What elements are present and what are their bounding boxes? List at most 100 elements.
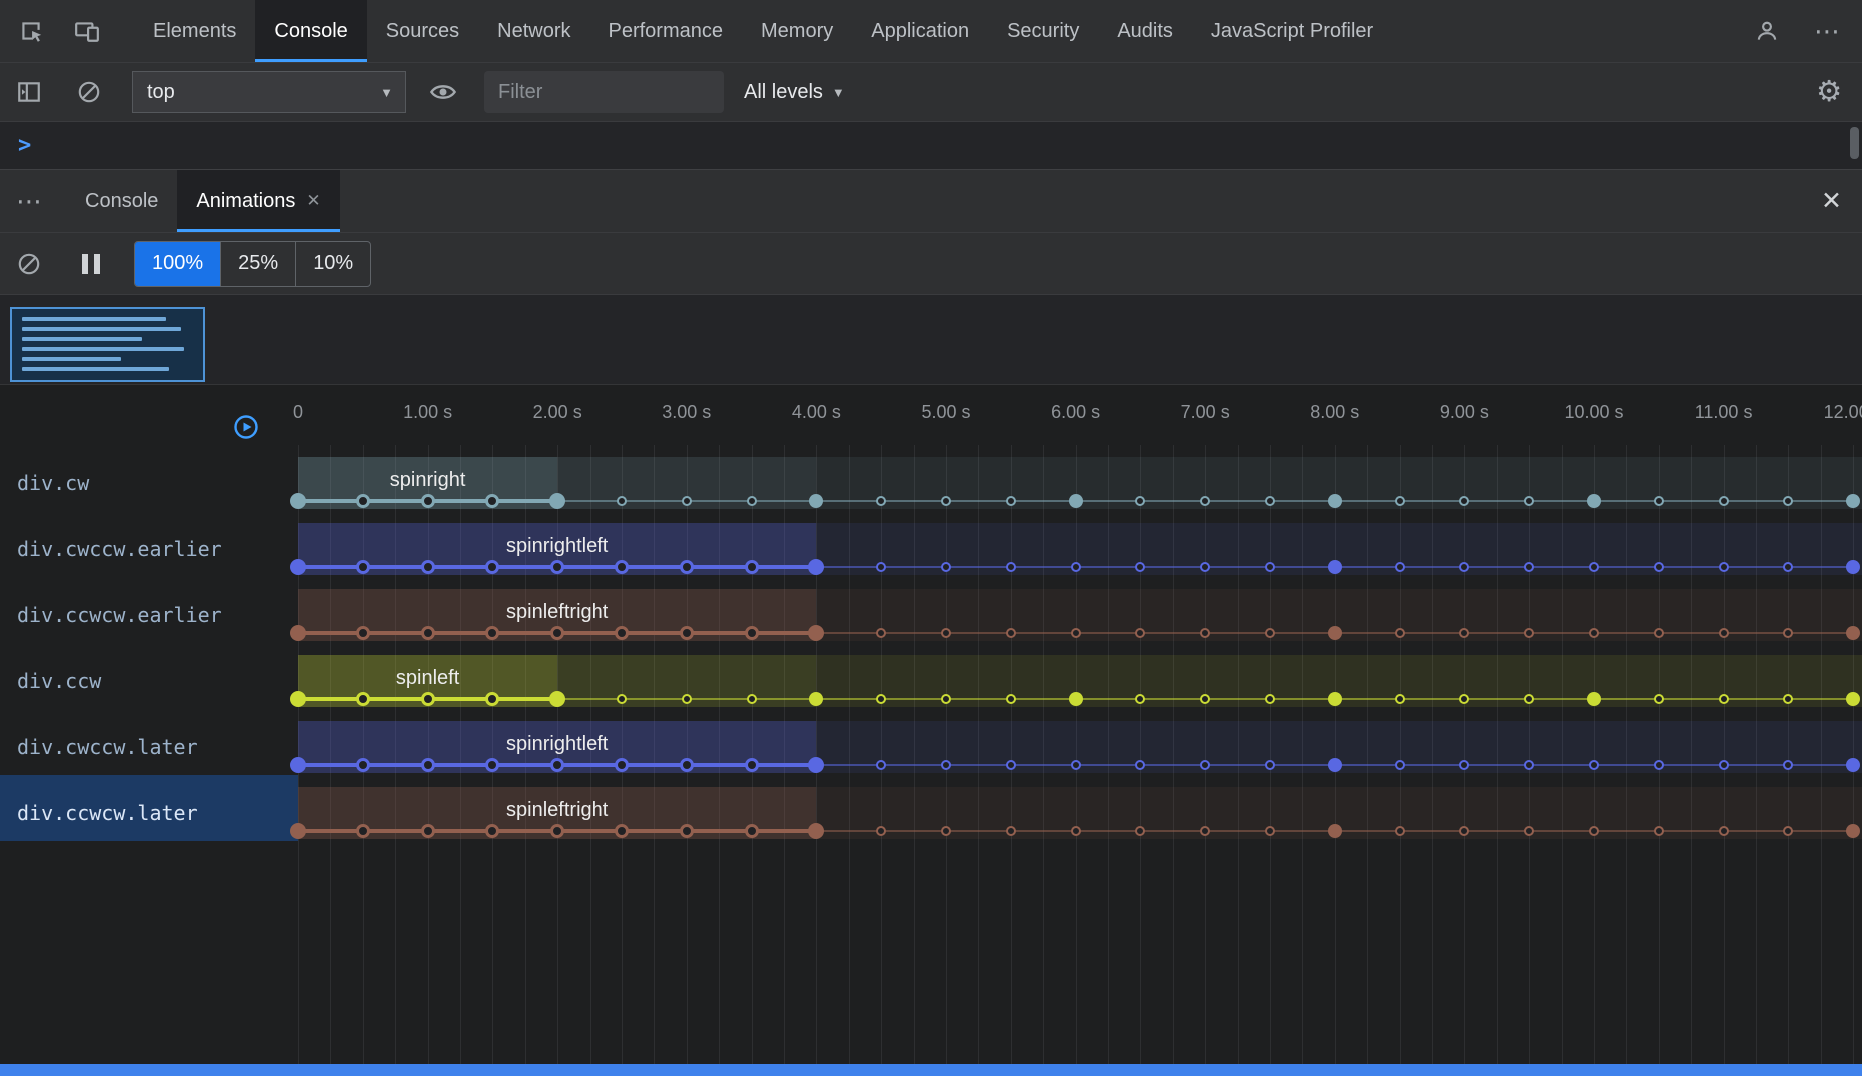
- keyframe-dot[interactable]: [421, 560, 435, 574]
- keyframe-dot[interactable]: [1524, 826, 1534, 836]
- tab-sources[interactable]: Sources: [367, 0, 478, 62]
- keyframe-dot[interactable]: [1524, 496, 1534, 506]
- keyframe-dot[interactable]: [1006, 562, 1016, 572]
- keyframe-dot[interactable]: [615, 824, 629, 838]
- keyframe-dot[interactable]: [290, 757, 306, 773]
- keyframe-dot[interactable]: [1265, 628, 1275, 638]
- tab-network[interactable]: Network: [478, 0, 589, 62]
- keyframe-dot[interactable]: [1265, 562, 1275, 572]
- tab-application[interactable]: Application: [852, 0, 988, 62]
- keyframe-dot[interactable]: [1200, 826, 1210, 836]
- keyframe-dot[interactable]: [356, 692, 370, 706]
- keyframe-dot[interactable]: [1459, 760, 1469, 770]
- keyframe-dot[interactable]: [1587, 692, 1601, 706]
- keyframe-dot[interactable]: [745, 626, 759, 640]
- keyframe-dot[interactable]: [1200, 760, 1210, 770]
- keyframe-dot[interactable]: [941, 496, 951, 506]
- keyframe-dot[interactable]: [1719, 694, 1729, 704]
- keyframe-dot[interactable]: [745, 824, 759, 838]
- keyframe-dot[interactable]: [1846, 692, 1860, 706]
- keyframe-dot[interactable]: [1071, 562, 1081, 572]
- keyframe-dot[interactable]: [1846, 626, 1860, 640]
- keyframe-dot[interactable]: [1395, 628, 1405, 638]
- keyframe-dot[interactable]: [1654, 694, 1664, 704]
- keyframe-dot[interactable]: [682, 694, 692, 704]
- keyframe-dot[interactable]: [1783, 826, 1793, 836]
- keyframe-dot[interactable]: [747, 694, 757, 704]
- keyframe-dot[interactable]: [680, 758, 694, 772]
- keyframe-dot[interactable]: [1459, 826, 1469, 836]
- keyframe-dot[interactable]: [1654, 562, 1664, 572]
- keyframe-dot[interactable]: [680, 560, 694, 574]
- drawer-tab-console[interactable]: Console: [66, 170, 177, 232]
- keyframe-dot[interactable]: [1200, 562, 1210, 572]
- animation-group-preview[interactable]: [10, 307, 205, 382]
- keyframe-dot[interactable]: [808, 559, 824, 575]
- keyframe-dot[interactable]: [290, 559, 306, 575]
- keyframe-dot[interactable]: [941, 562, 951, 572]
- keyframe-dot[interactable]: [876, 496, 886, 506]
- keyframe-dot[interactable]: [421, 626, 435, 640]
- keyframe-dot[interactable]: [290, 625, 306, 641]
- keyframe-dot[interactable]: [876, 760, 886, 770]
- keyframe-dot[interactable]: [356, 494, 370, 508]
- keyframe-dot[interactable]: [1459, 496, 1469, 506]
- keyframe-dot[interactable]: [1395, 496, 1405, 506]
- device-toolbar-icon[interactable]: [70, 14, 104, 48]
- keyframe-dot[interactable]: [1654, 760, 1664, 770]
- keyframe-dot[interactable]: [1719, 562, 1729, 572]
- keyframe-dot[interactable]: [1654, 826, 1664, 836]
- keyframe-dot[interactable]: [1135, 694, 1145, 704]
- keyframe-dot[interactable]: [876, 562, 886, 572]
- execution-context-selector[interactable]: top ▼: [132, 71, 406, 113]
- keyframe-dot[interactable]: [1135, 760, 1145, 770]
- tab-memory[interactable]: Memory: [742, 0, 852, 62]
- console-sidebar-icon[interactable]: [12, 75, 46, 109]
- drawer-tab-animations[interactable]: Animations✕: [177, 170, 339, 232]
- keyframe-dot[interactable]: [290, 493, 306, 509]
- keyframe-dot[interactable]: [1006, 826, 1016, 836]
- speed-button-10-[interactable]: 10%: [296, 242, 370, 286]
- keyframe-dot[interactable]: [1783, 628, 1793, 638]
- keyframe-dot[interactable]: [1265, 760, 1275, 770]
- keyframe-dot[interactable]: [941, 760, 951, 770]
- keyframe-dot[interactable]: [617, 496, 627, 506]
- keyframe-dot[interactable]: [617, 694, 627, 704]
- keyframe-dot[interactable]: [1006, 628, 1016, 638]
- keyframe-dot[interactable]: [876, 694, 886, 704]
- keyframe-dot[interactable]: [876, 628, 886, 638]
- clear-animations-icon[interactable]: [12, 247, 46, 281]
- keyframe-dot[interactable]: [1846, 560, 1860, 574]
- keyframe-dot[interactable]: [1006, 694, 1016, 704]
- overflow-menu-icon[interactable]: ⋯: [1814, 18, 1840, 44]
- keyframe-dot[interactable]: [1135, 628, 1145, 638]
- keyframe-dot[interactable]: [1265, 496, 1275, 506]
- keyframe-dot[interactable]: [356, 626, 370, 640]
- keyframe-dot[interactable]: [1589, 562, 1599, 572]
- keyframe-dot[interactable]: [1395, 760, 1405, 770]
- keyframe-dot[interactable]: [1719, 760, 1729, 770]
- keyframe-dot[interactable]: [421, 758, 435, 772]
- settings-gear-icon[interactable]: ⚙: [1816, 78, 1842, 107]
- keyframe-dot[interactable]: [1783, 562, 1793, 572]
- keyframe-dot[interactable]: [1328, 560, 1342, 574]
- keyframe-dot[interactable]: [1071, 826, 1081, 836]
- keyframe-dot[interactable]: [1783, 694, 1793, 704]
- keyframe-dot[interactable]: [485, 626, 499, 640]
- keyframe-dot[interactable]: [745, 560, 759, 574]
- keyframe-dot[interactable]: [1524, 562, 1534, 572]
- keyframe-dot[interactable]: [1328, 494, 1342, 508]
- keyframe-dot[interactable]: [615, 626, 629, 640]
- keyframe-dot[interactable]: [1524, 760, 1534, 770]
- close-tab-icon[interactable]: ✕: [306, 191, 320, 211]
- keyframe-dot[interactable]: [1654, 628, 1664, 638]
- keyframe-dot[interactable]: [356, 824, 370, 838]
- keyframe-dot[interactable]: [809, 692, 823, 706]
- keyframe-dot[interactable]: [1071, 628, 1081, 638]
- keyframe-dot[interactable]: [485, 824, 499, 838]
- keyframe-dot[interactable]: [1459, 562, 1469, 572]
- keyframe-dot[interactable]: [549, 691, 565, 707]
- keyframe-dot[interactable]: [1719, 826, 1729, 836]
- keyframe-dot[interactable]: [550, 560, 564, 574]
- keyframe-dot[interactable]: [1135, 562, 1145, 572]
